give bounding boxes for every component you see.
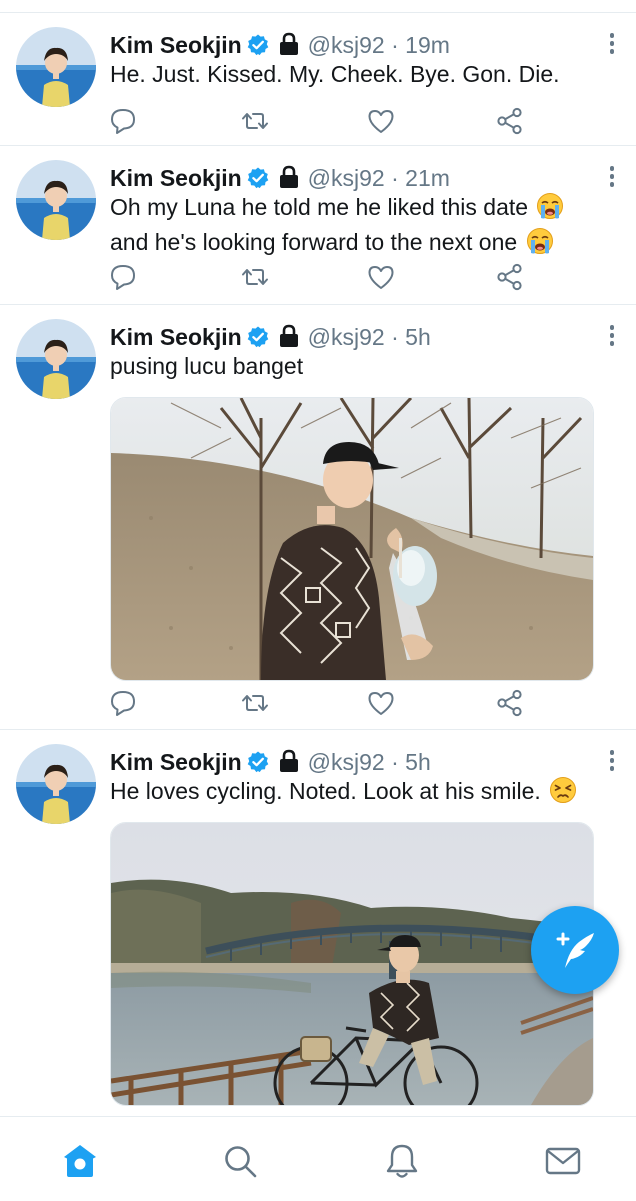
like-icon[interactable] — [366, 688, 396, 718]
tweet-text-line: and he's looking forward to the next one — [110, 229, 518, 255]
author-handle: @ksj92 — [307, 32, 385, 58]
share-icon[interactable] — [495, 688, 525, 718]
tweet-timestamp[interactable]: 19m — [405, 32, 450, 58]
avatar[interactable] — [16, 319, 96, 399]
tweet[interactable]: Kim Seokjin @ksj92 · 5h pusing lucu bange… — [0, 305, 636, 730]
tweet-header: Kim Seokjin @ksj92 · 19m — [110, 29, 596, 61]
reply-icon[interactable] — [108, 688, 138, 718]
tweet-text: Oh my Luna he told me he liked this date… — [110, 192, 596, 262]
tweet-text-line: He loves cycling. Noted. Look at his smi… — [110, 778, 541, 804]
messages-icon[interactable] — [543, 1141, 583, 1181]
share-icon[interactable] — [495, 262, 525, 292]
tweet-actions — [108, 106, 528, 136]
author-name[interactable]: Kim Seokjin — [110, 324, 242, 350]
retweet-icon[interactable] — [240, 106, 270, 136]
avatar[interactable] — [16, 27, 96, 107]
header-separator: · — [391, 749, 399, 775]
tweet-text-line: Oh my Luna he told me he liked this date — [110, 194, 529, 220]
author-name[interactable]: Kim Seokjin — [110, 749, 242, 775]
header-separator: · — [391, 324, 399, 350]
retweet-icon[interactable] — [240, 262, 270, 292]
tweet-text: He. Just. Kissed. My. Cheek. Bye. Gon. D… — [110, 61, 560, 87]
tweet-timestamp[interactable]: 5h — [405, 749, 431, 775]
more-options-icon[interactable] — [606, 33, 618, 57]
home-icon[interactable] — [60, 1141, 100, 1181]
search-icon[interactable] — [220, 1141, 260, 1181]
tweet[interactable]: Kim Seokjin @ksj92 · 21m Oh my Luna he to… — [0, 146, 636, 305]
header-separator: · — [391, 165, 399, 191]
author-name[interactable]: Kim Seokjin — [110, 165, 242, 191]
avatar[interactable] — [16, 744, 96, 824]
tweet-actions — [108, 262, 528, 292]
share-icon[interactable] — [495, 106, 525, 136]
compose-tweet-button[interactable] — [531, 906, 619, 994]
tweet-photo-cotton-candy[interactable] — [110, 397, 594, 681]
more-options-icon[interactable] — [606, 166, 618, 190]
compose-tweet-icon — [556, 932, 594, 968]
retweet-icon[interactable] — [240, 688, 270, 718]
reply-icon[interactable] — [108, 262, 138, 292]
tweet[interactable]: Kim Seokjin @ksj92 · 19m He. Just. Kissed… — [0, 13, 636, 146]
more-options-icon[interactable] — [606, 325, 618, 349]
tweet-header: Kim Seokjin @ksj92 · 5h — [110, 321, 596, 353]
author-handle: @ksj92 — [307, 165, 385, 191]
notifications-icon[interactable] — [382, 1141, 422, 1181]
tweet-text: pusing lucu banget — [110, 353, 304, 379]
author-name[interactable]: Kim Seokjin — [110, 32, 242, 58]
author-handle: @ksj92 — [307, 749, 385, 775]
like-icon[interactable] — [366, 106, 396, 136]
tweet-text: He loves cycling. Noted. Look at his smi… — [110, 776, 596, 811]
avatar[interactable] — [16, 160, 96, 240]
author-handle: @ksj92 — [307, 324, 385, 350]
tweet-actions — [108, 688, 528, 718]
tweet-header: Kim Seokjin @ksj92 · 5h — [110, 746, 596, 778]
persevering-face-emoji — [549, 776, 577, 811]
loudly-crying-face-emoji — [526, 227, 554, 262]
like-icon[interactable] — [366, 262, 396, 292]
loudly-crying-face-emoji — [536, 192, 564, 227]
tweet-timestamp[interactable]: 5h — [405, 324, 431, 350]
reply-icon[interactable] — [108, 106, 138, 136]
feed-top-edge — [0, 0, 636, 13]
more-options-icon[interactable] — [606, 750, 618, 774]
tweet-photo-cycling[interactable] — [110, 822, 594, 1106]
tweet-header: Kim Seokjin @ksj92 · 21m — [110, 162, 596, 194]
tweet-timestamp[interactable]: 21m — [405, 165, 450, 191]
header-separator: · — [391, 32, 399, 58]
bottom-navigation — [0, 1116, 636, 1201]
